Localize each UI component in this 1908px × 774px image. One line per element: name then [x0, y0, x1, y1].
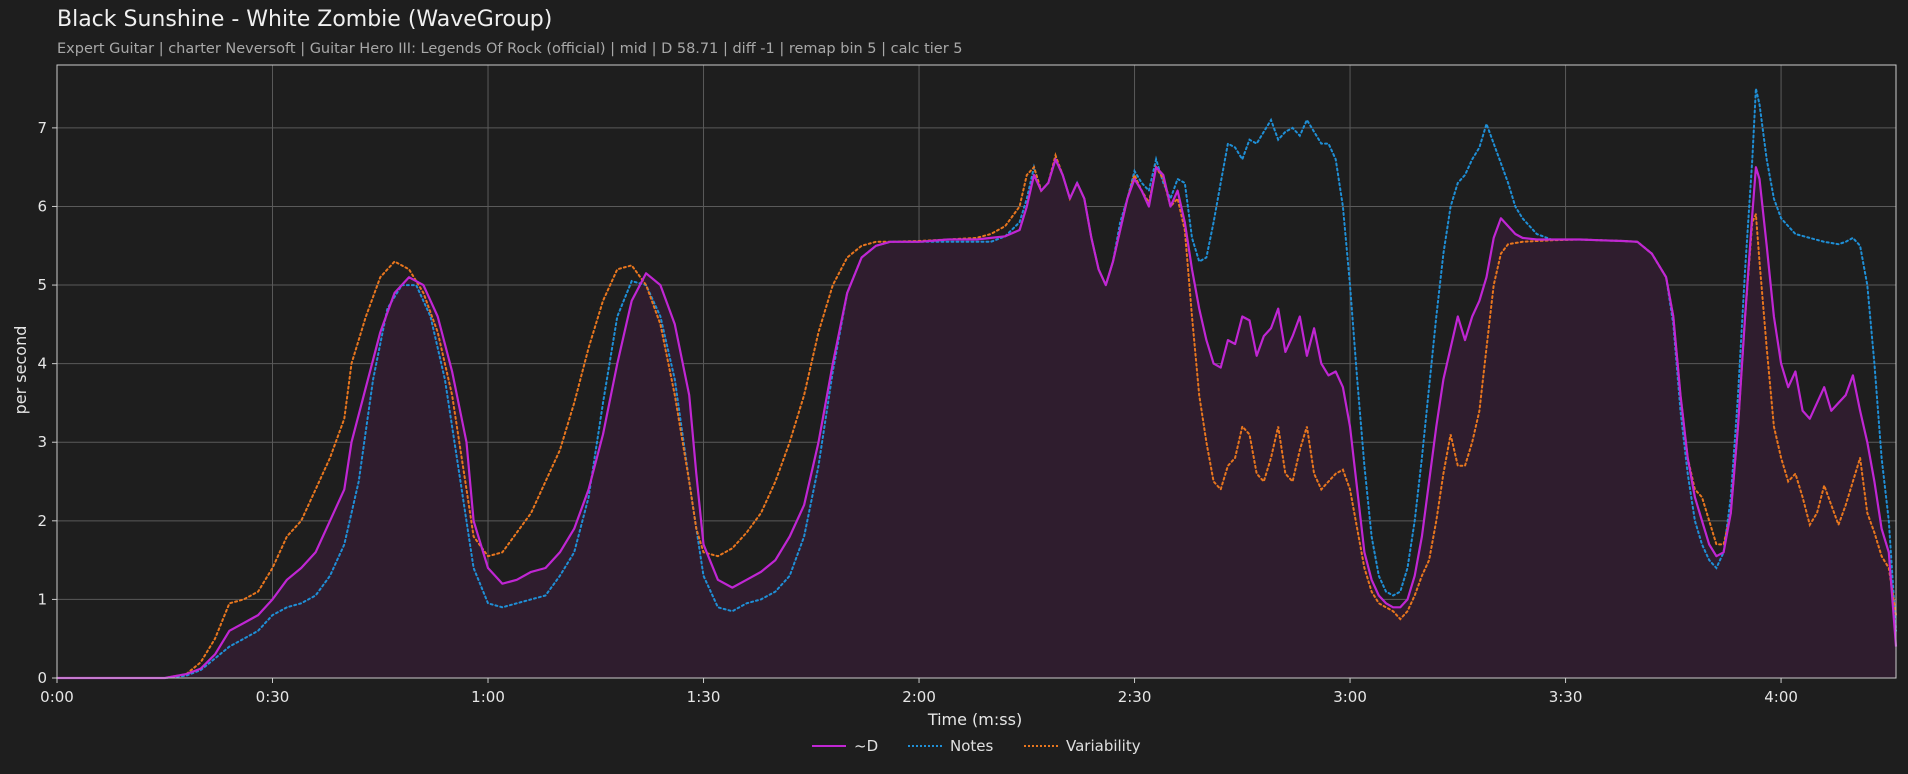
legend-swatch-variability [1024, 745, 1058, 747]
x-tick-label: 1:30 [687, 688, 721, 706]
x-tick-label: 0:00 [40, 688, 74, 706]
legend-item-variability: Variability [1024, 737, 1141, 755]
y-tick-label: 3 [37, 433, 47, 451]
legend-label-variability: Variability [1066, 737, 1141, 755]
legend-label-d: ~D [854, 737, 879, 755]
legend: ~D Notes Variability [0, 737, 1908, 757]
y-tick-label: 0 [37, 669, 47, 687]
legend-item-d: ~D [812, 737, 878, 755]
x-tick-label: 4:00 [1764, 688, 1798, 706]
x-tick-label: 2:30 [1118, 688, 1152, 706]
y-tick-label: 5 [37, 276, 47, 294]
legend-label-notes: Notes [950, 737, 994, 755]
y-tick-label: 6 [37, 197, 47, 215]
series-layer [56, 88, 1898, 680]
x-tick-label: 1:00 [471, 688, 505, 706]
x-tick-label: 2:00 [902, 688, 936, 706]
y-tick-label: 4 [37, 355, 47, 373]
y-tick-label: 2 [37, 512, 47, 530]
x-axis-label: Time (m:ss) [927, 710, 1022, 729]
x-tick-label: 3:00 [1333, 688, 1367, 706]
legend-item-notes: Notes [908, 737, 993, 755]
y-tick-label: 1 [37, 590, 47, 608]
y-axis-label: per second [11, 326, 30, 415]
legend-swatch-d [812, 745, 846, 747]
y-tick-label: 7 [37, 119, 47, 137]
x-tick-label: 3:30 [1549, 688, 1583, 706]
d-area-fill [57, 159, 1896, 679]
legend-swatch-notes [908, 745, 942, 747]
chart-svg: 0:00 0:30 1:00 1:30 2:00 2:30 3:00 3:30 4:00 0 1 2 3… [11, 64, 1898, 729]
x-tick-label: 0:30 [256, 688, 290, 706]
